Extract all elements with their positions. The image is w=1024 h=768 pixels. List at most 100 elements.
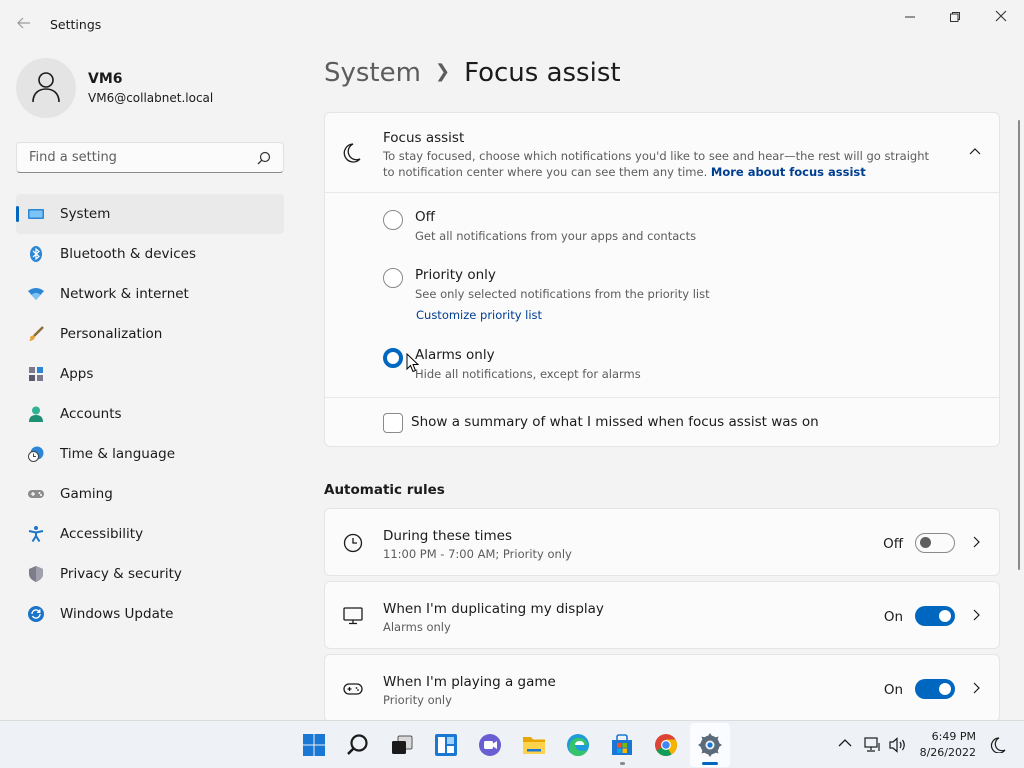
- sidebar-item-privacy-security[interactable]: Privacy & security: [16, 554, 284, 594]
- user-profile[interactable]: VM6 VM6@collabnet.local: [16, 56, 286, 120]
- clock-time: 6:49 PM: [931, 730, 976, 743]
- window-title: Settings: [50, 17, 102, 32]
- sidebar-item-accounts[interactable]: Accounts: [16, 394, 284, 434]
- customize-priority-list-link[interactable]: Customize priority list: [416, 308, 542, 322]
- rule-title: When I'm playing a game: [383, 674, 556, 690]
- file-explorer-icon[interactable]: [521, 732, 547, 758]
- automatic-rules-heading: Automatic rules: [324, 482, 445, 498]
- task-view-icon[interactable]: [389, 732, 415, 758]
- user-name: VM6: [88, 71, 123, 87]
- gamepad-icon: [343, 683, 363, 695]
- person-icon: [29, 406, 43, 422]
- search-box[interactable]: [16, 142, 284, 173]
- rule-state: On: [883, 682, 903, 698]
- breadcrumb-parent[interactable]: System: [324, 58, 421, 88]
- clock-icon: [343, 533, 363, 553]
- avatar: [16, 58, 76, 118]
- display-icon: [343, 607, 363, 625]
- divider: [325, 192, 999, 193]
- volume-icon[interactable]: [889, 737, 907, 753]
- settings-icon[interactable]: [697, 732, 723, 758]
- taskbar-clock[interactable]: 6:49 PM 8/26/2022: [916, 729, 976, 761]
- store-icon[interactable]: [609, 732, 635, 758]
- back-arrow-icon[interactable]: [14, 14, 34, 34]
- rule-state: Off: [883, 536, 903, 552]
- divider: [325, 397, 999, 398]
- start-icon[interactable]: [301, 732, 327, 758]
- accessibility-icon: [28, 526, 44, 542]
- chevron-right-icon: [973, 609, 980, 621]
- brush-icon: [29, 326, 44, 341]
- sidebar-item-windows-update[interactable]: Windows Update: [16, 594, 284, 634]
- widgets-icon[interactable]: [433, 732, 459, 758]
- gamepad-icon: [28, 490, 44, 498]
- edge-icon[interactable]: [565, 732, 591, 758]
- summary-checkbox[interactable]: [383, 413, 403, 433]
- chrome-icon[interactable]: [653, 732, 679, 758]
- rule-title: When I'm duplicating my display: [383, 601, 604, 617]
- rule-subtitle: Alarms only: [383, 620, 451, 634]
- duplicating-display-toggle[interactable]: [915, 606, 955, 626]
- monitor-icon: [28, 209, 44, 219]
- alarms-only-radio[interactable]: [383, 348, 403, 368]
- sidebar-item-label: Accessibility: [60, 526, 144, 542]
- chat-icon[interactable]: [477, 732, 503, 758]
- priority-only-description: See only selected notifications from the…: [415, 287, 710, 301]
- focus-assist-card: Focus assist To stay focused, choose whi…: [324, 112, 1000, 447]
- rule-subtitle: Priority only: [383, 693, 452, 707]
- rule-duplicating-display[interactable]: When I'm duplicating my display Alarms o…: [324, 581, 1000, 649]
- focus-assist-header[interactable]: Focus assist To stay focused, choose whi…: [325, 113, 999, 193]
- off-label: Off: [415, 209, 435, 225]
- more-about-focus-assist-link[interactable]: More about focus assist: [711, 165, 866, 179]
- wifi-icon: [28, 288, 44, 300]
- moon-icon: [343, 143, 361, 163]
- user-email: VM6@collabnet.local: [88, 91, 214, 105]
- maximize-button[interactable]: [940, 8, 970, 28]
- during-these-times-toggle[interactable]: [915, 533, 955, 553]
- sidebar-item-accessibility[interactable]: Accessibility: [16, 514, 284, 554]
- chevron-right-icon: [973, 682, 980, 694]
- focus-assist-description: To stay focused, choose which notificati…: [383, 148, 943, 180]
- sidebar-item-gaming[interactable]: Gaming: [16, 474, 284, 514]
- chevron-right-icon: ❯: [434, 61, 451, 82]
- network-icon[interactable]: [864, 737, 882, 753]
- rule-playing-game[interactable]: When I'm playing a game Priority only On: [324, 654, 1000, 722]
- sidebar-item-bluetooth[interactable]: Bluetooth & devices: [16, 234, 284, 274]
- minimize-button[interactable]: [895, 8, 925, 28]
- scrollbar[interactable]: [1018, 120, 1020, 570]
- update-icon: [28, 606, 44, 622]
- sidebar-item-label: Privacy & security: [60, 566, 182, 582]
- search-icon[interactable]: [345, 732, 371, 758]
- rule-during-these-times[interactable]: During these times 11:00 PM - 7:00 AM; P…: [324, 508, 1000, 576]
- store-running-indicator: [620, 762, 625, 765]
- close-button[interactable]: [986, 8, 1016, 28]
- sidebar-item-system[interactable]: System: [16, 194, 284, 234]
- priority-only-radio[interactable]: [383, 268, 403, 288]
- sidebar-item-time-language[interactable]: Time & language: [16, 434, 284, 474]
- priority-only-label: Priority only: [415, 267, 496, 283]
- sidebar-item-label: Accounts: [60, 406, 122, 422]
- summary-checkbox-label: Show a summary of what I missed when foc…: [411, 414, 819, 430]
- bluetooth-icon: [30, 246, 42, 262]
- sidebar-item-label: Network & internet: [60, 286, 189, 302]
- sidebar-item-label: System: [60, 206, 111, 222]
- playing-game-toggle[interactable]: [915, 679, 955, 699]
- sidebar-item-network[interactable]: Network & internet: [16, 274, 284, 314]
- off-radio[interactable]: [383, 210, 403, 230]
- sidebar-item-label: Time & language: [60, 446, 176, 462]
- breadcrumb: System ❯ Focus assist: [324, 58, 621, 88]
- title-bar: Settings: [0, 0, 1024, 48]
- taskbar: 6:49 PM 8/26/2022: [0, 720, 1024, 768]
- rule-state: On: [883, 609, 903, 625]
- mouse-cursor-icon: [406, 353, 420, 373]
- search-input[interactable]: [27, 149, 247, 166]
- sidebar-item-apps[interactable]: Apps: [16, 354, 284, 394]
- chevron-up-icon[interactable]: [838, 737, 852, 749]
- clock-globe-icon: [28, 446, 44, 462]
- focus-assist-title: Focus assist: [383, 130, 465, 146]
- shield-icon: [29, 566, 43, 582]
- alarms-only-label: Alarms only: [415, 347, 495, 363]
- chevron-up-icon[interactable]: [969, 147, 981, 155]
- sidebar-item-personalization[interactable]: Personalization: [16, 314, 284, 354]
- moon-icon[interactable]: [990, 737, 1006, 753]
